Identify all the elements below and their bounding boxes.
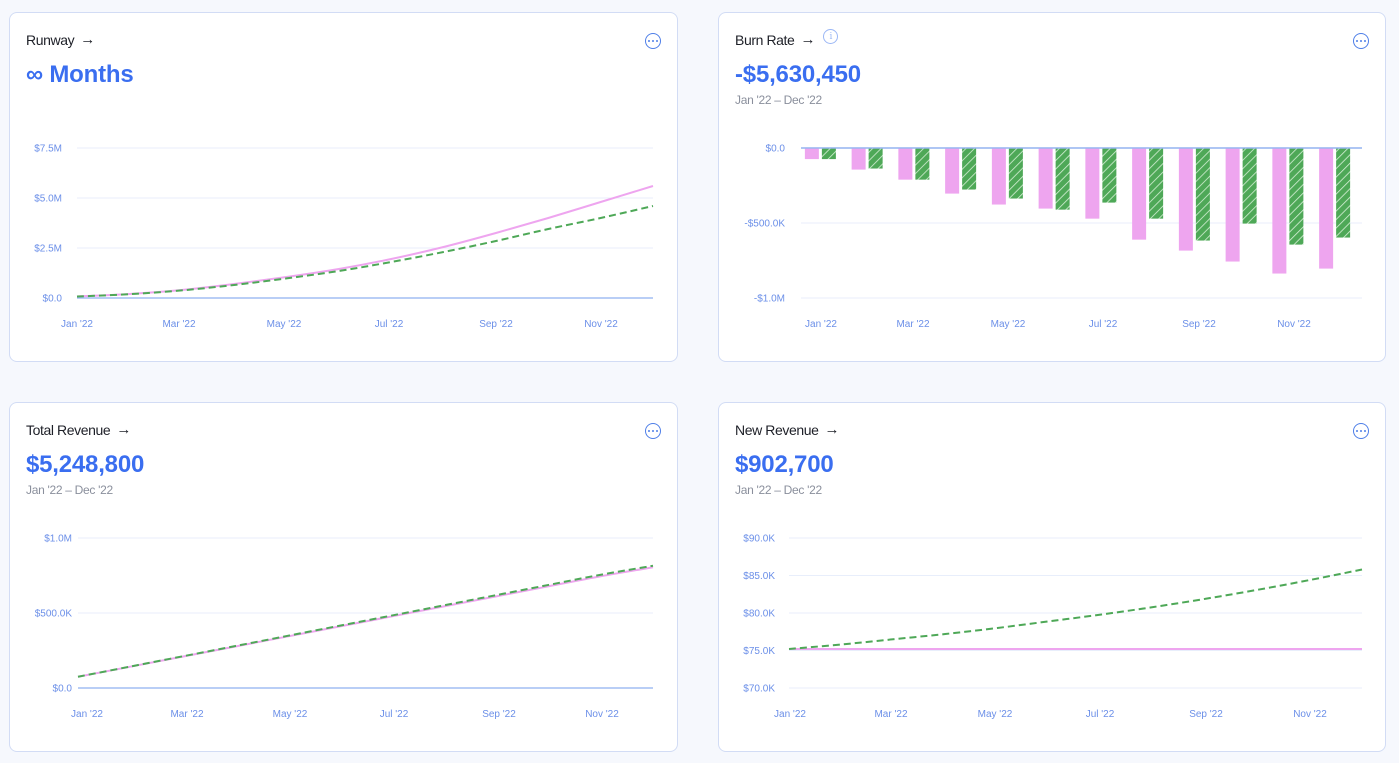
y-tick-label: $85.0K [743,571,775,582]
actual-series-line [76,185,654,298]
x-tick-label: Jul '22 [375,319,404,330]
total-revenue-chart: $0.0 $500.0K $1.0M Jan '22 Mar '22 May '22 Jul… [35,534,654,720]
x-tick-label: Jan '22 [805,319,837,330]
forecast-bar [1242,148,1257,224]
x-tick-label: Jul '22 [380,709,409,720]
forecast-bar [915,148,930,180]
actual-series-line [77,566,654,678]
forecast-bar [1195,148,1210,241]
forecast-bar [962,148,977,190]
forecast-bar [1055,148,1070,210]
runway-chart: $0.0 $2.5M $5.0M $7.5M Jan '22 Mar '22 May '22… [34,144,654,330]
x-tick-label: Mar '22 [896,319,929,330]
burn-rate-card: Burn Rate → i -$5,630,450 Jan '22 – Dec … [718,12,1386,362]
actual-bar [991,148,1006,205]
actual-bar [804,148,819,160]
y-tick-label: $5.0M [34,194,62,205]
actual-bar [1272,148,1287,274]
x-tick-label: Mar '22 [162,319,195,330]
forecast-series-line [76,205,654,298]
x-tick-label: Mar '22 [170,709,203,720]
forecast-bar [1008,148,1023,199]
x-tick-label: Jul '22 [1086,709,1115,720]
total-revenue-card: Total Revenue → $5,248,800 Jan '22 – Dec… [9,402,678,752]
x-tick-label: Jul '22 [1089,319,1118,330]
actual-bar [1178,148,1193,251]
y-tick-label: $75.0K [743,646,775,657]
forecast-bar [868,148,883,169]
x-tick-label: Nov '22 [585,709,619,720]
new-revenue-card: New Revenue → $902,700 Jan '22 – Dec '22… [718,402,1386,752]
x-tick-label: Nov '22 [1277,319,1311,330]
x-tick-label: May '22 [273,709,308,720]
actual-bar [898,148,913,180]
x-tick-label: May '22 [991,319,1026,330]
burn-rate-chart: $0.0 -$500.0K -$1.0M Jan '22 Mar '22 May '22 J… [744,144,1362,330]
y-tick-label: $80.0K [743,609,775,620]
x-tick-label: Mar '22 [874,709,907,720]
x-tick-label: Jan '22 [61,319,93,330]
forecast-bar [1289,148,1304,245]
y-tick-label: $2.5M [34,244,62,255]
y-tick-label: $0.0 [43,294,63,305]
actual-bar [1038,148,1053,209]
x-tick-label: Nov '22 [1293,709,1327,720]
new-revenue-chart: $70.0K $75.0K $80.0K $85.0K $90.0K Jan '22 Mar… [743,534,1363,720]
x-tick-label: Sep '22 [482,709,516,720]
forecast-bar [1149,148,1164,219]
x-tick-label: Jan '22 [71,709,103,720]
actual-bar [1085,148,1100,219]
x-tick-label: Sep '22 [1189,709,1223,720]
forecast-bar [821,148,836,160]
y-tick-label: $0.0 [53,684,73,695]
y-tick-label: $90.0K [743,534,775,545]
x-tick-label: May '22 [978,709,1013,720]
actual-bar [945,148,960,194]
y-tick-label: $7.5M [34,144,62,155]
y-tick-label: -$1.0M [754,294,785,305]
x-tick-label: May '22 [267,319,302,330]
actual-bar [1319,148,1334,269]
x-tick-label: Nov '22 [584,319,618,330]
y-tick-label: $70.0K [743,684,775,695]
x-tick-label: Sep '22 [479,319,513,330]
x-tick-label: Sep '22 [1182,319,1216,330]
y-tick-label: $500.0K [35,609,73,620]
y-tick-label: $1.0M [44,534,72,545]
y-tick-label: -$500.0K [744,219,785,230]
forecast-bar [1102,148,1117,203]
forecast-bar [1336,148,1351,238]
x-tick-label: Jan '22 [774,709,806,720]
runway-card: Runway → ∞ Months $0.0 $2.5M $5.0M $7.5M Jan… [9,12,678,362]
actual-bar [851,148,866,170]
forecast-series-line [788,568,1363,650]
actual-bar [1132,148,1147,240]
y-tick-label: $0.0 [766,144,786,155]
actual-bar [1225,148,1240,262]
